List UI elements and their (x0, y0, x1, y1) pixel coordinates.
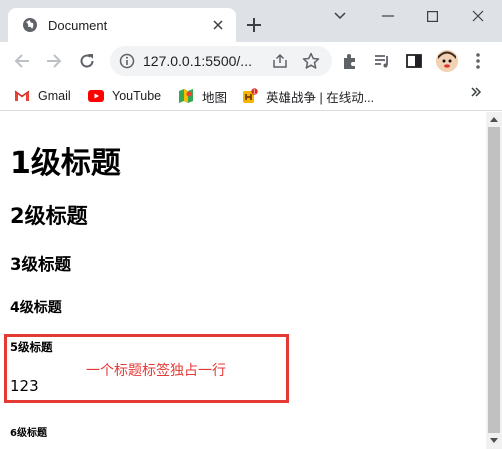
scrollbar-thumb[interactable] (488, 127, 500, 433)
bookmarks-overflow-icon[interactable] (470, 86, 486, 106)
annotation-text: 一个标题标签独占一行 (86, 363, 226, 379)
globe-icon (22, 17, 38, 33)
scroll-down-arrow-icon[interactable] (486, 434, 502, 448)
more-menu-icon[interactable] (468, 51, 488, 71)
heading-2: 2级标题 (10, 204, 88, 228)
close-window-icon[interactable] (468, 6, 488, 26)
bookmark-youtube[interactable]: YouTube (88, 86, 161, 106)
youtube-icon (88, 88, 104, 104)
heading-4: 4级标题 (10, 300, 62, 316)
tab-strip: Document (0, 0, 502, 42)
extensions-icon[interactable] (340, 51, 360, 71)
gmail-icon (14, 88, 30, 104)
bookmark-game[interactable]: 1 英雄战争 | 在线动... (242, 86, 374, 106)
maximize-icon[interactable] (422, 6, 442, 26)
new-tab-icon[interactable] (244, 15, 264, 35)
svg-text:1: 1 (253, 90, 256, 96)
media-queue-icon[interactable] (372, 51, 392, 71)
bookmark-maps[interactable]: 地图 (178, 86, 227, 106)
heading-3: 3级标题 (10, 255, 71, 274)
heading-6: 6级标题 (10, 428, 47, 439)
bookmark-gmail[interactable]: Gmail (14, 86, 71, 106)
forward-icon[interactable] (44, 51, 64, 71)
share-icon[interactable] (272, 53, 288, 69)
address-bar[interactable]: 127.0.0.1:5500/... (110, 46, 332, 76)
tab-document[interactable]: Document (8, 8, 236, 42)
scroll-up-arrow-icon[interactable] (486, 112, 502, 126)
site-info-icon[interactable] (119, 53, 135, 69)
game-icon: 1 (242, 88, 258, 104)
maps-icon (178, 88, 194, 104)
url-text: 127.0.0.1:5500/... (143, 53, 252, 69)
chevron-down-icon[interactable] (330, 6, 350, 26)
profile-avatar[interactable] (436, 50, 458, 72)
reload-icon[interactable] (77, 51, 97, 71)
close-tab-icon[interactable] (210, 17, 226, 33)
bookmark-star-icon[interactable] (302, 52, 320, 70)
back-icon[interactable] (12, 51, 32, 71)
vertical-scrollbar[interactable] (486, 112, 502, 449)
tab-title: Document (48, 17, 108, 33)
side-panel-icon[interactable] (404, 51, 424, 71)
page-viewport: 1级标题 2级标题 3级标题 4级标题 5级标题 123 6级标题 一个标题标签… (0, 112, 486, 449)
heading-1: 1级标题 (10, 146, 121, 181)
bookmarks-bar: Gmail YouTube 地图 1 英雄战争 | 在线动... (0, 80, 502, 111)
minimize-icon[interactable] (378, 6, 398, 26)
browser-toolbar: 127.0.0.1:5500/... (0, 42, 502, 80)
